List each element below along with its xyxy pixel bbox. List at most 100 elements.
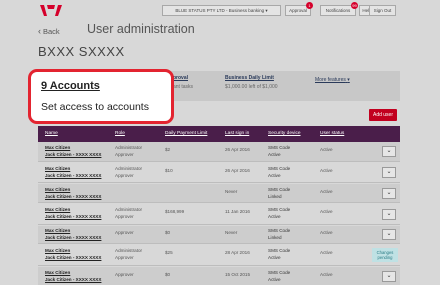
user-status: Active — [320, 272, 333, 277]
business-daily-limit[interactable]: Business Daily Limit $1,000.00 left of $… — [225, 75, 278, 90]
role-secondary: Approver — [115, 255, 134, 260]
approval-count-badge: 1 — [306, 2, 313, 9]
chevron-down-icon: ⌄ — [386, 190, 392, 196]
chevron-down-icon: ▾ — [265, 8, 268, 13]
chevron-down-icon: ⌄ — [386, 169, 392, 175]
accounts-count-link[interactable]: 9 Accounts — [41, 80, 100, 92]
user-name[interactable]: Max Citizen — [45, 248, 70, 254]
user-status: Active — [320, 147, 333, 152]
more-features-link[interactable]: More features ▾ — [315, 77, 350, 83]
business-daily-limit-sub: $1,000.00 left of $1,000 — [225, 84, 278, 90]
expand-row-button[interactable]: ⌄ — [382, 167, 396, 178]
expand-row-button[interactable]: ⌄ — [382, 271, 396, 282]
page-title: User administration — [87, 22, 195, 36]
approval-label: Approval — [289, 8, 307, 13]
notifications-label: Notifications — [325, 8, 351, 13]
security-device: SMS Code — [268, 228, 291, 233]
accounts-callout-subtitle: Set access to accounts — [41, 101, 149, 113]
user-status: Active — [320, 209, 333, 214]
back-link[interactable]: ‹ Back — [38, 26, 60, 36]
users-table-header: Name Role Daily Payment Limit Last sign … — [38, 126, 400, 142]
back-label: Back — [43, 27, 60, 36]
chevron-left-icon: ‹ — [38, 26, 41, 36]
user-name[interactable]: Max Citizen — [45, 207, 70, 213]
user-status: Active — [320, 189, 333, 194]
expand-row-button[interactable]: ⌄ — [382, 209, 396, 220]
table-row: Max Citizen Jack Citizen - XXXX XXXX Adm… — [38, 142, 400, 162]
daily-limit: $2 — [165, 147, 171, 152]
col-header-security-device[interactable]: Security device — [268, 131, 301, 136]
org-selector-dropdown[interactable]: BLUE STATUS PTY LTD - Business banking ▾ — [162, 5, 281, 16]
user-login: Jack Citizen - XXXX XXXX — [45, 255, 102, 260]
user-name[interactable]: Max Citizen — [45, 270, 70, 276]
security-device-state: Active — [268, 173, 281, 178]
col-header-last-sign-in[interactable]: Last sign in — [225, 131, 249, 136]
role-primary: Administrator — [115, 207, 143, 212]
chevron-down-icon: ⌄ — [386, 148, 392, 154]
business-daily-limit-heading: Business Daily Limit — [225, 75, 274, 81]
chevron-down-icon: ⌄ — [386, 211, 392, 217]
user-name[interactable]: Max Citizen — [45, 166, 70, 172]
user-name[interactable]: Max Citizen — [45, 187, 70, 193]
security-device-state: Active — [268, 255, 281, 260]
user-status: Active — [320, 168, 333, 173]
table-row: Max Citizen Jack Citizen - XXXX XXXX Adm… — [38, 163, 400, 183]
user-login: Jack Citizen - XXXX XXXX — [45, 173, 102, 178]
user-status: Active — [320, 230, 333, 235]
daily-limit: $0 — [165, 230, 171, 235]
daily-limit: $25 — [165, 250, 173, 255]
security-device-state: Active — [268, 214, 281, 219]
user-name[interactable]: Max Citizen — [45, 228, 70, 234]
notifications-count-badge: 99 — [351, 2, 358, 9]
user-login: Jack Citizen - XXXX XXXX — [45, 277, 102, 282]
expand-row-button[interactable]: ⌄ — [382, 229, 396, 240]
table-row: Max Citizen Jack Citizen - XXXX XXXX Nev… — [38, 184, 400, 203]
accounts-callout: 9 Accounts Set access to accounts — [28, 69, 174, 124]
more-features-label: More features — [315, 77, 346, 83]
role-primary: Approver — [115, 272, 134, 277]
security-device: SMS Code — [268, 270, 291, 275]
role-secondary: Approver — [115, 214, 134, 219]
user-login: Jack Citizen - XXXX XXXX — [45, 235, 102, 240]
col-header-role[interactable]: Role — [115, 131, 125, 136]
approval-summary[interactable]: proval ant tasks — [173, 75, 193, 90]
user-status: Active — [320, 250, 333, 255]
role-secondary: Approver — [115, 152, 134, 157]
security-device: SMS Code — [268, 166, 291, 171]
westpac-logo — [40, 5, 62, 16]
last-sign-in: 11 Jan 2016 — [225, 209, 250, 214]
role-primary: Administrator — [115, 145, 143, 150]
changes-pending-badge: Changes pending — [372, 248, 398, 262]
col-header-name[interactable]: Name — [45, 131, 58, 136]
expand-row-button[interactable]: ⌄ — [382, 188, 396, 199]
security-device-state: Linked — [268, 235, 282, 240]
sign-out-button[interactable]: Sign Out — [369, 5, 396, 16]
approval-summary-heading: proval — [173, 75, 189, 81]
table-row: Max Citizen Jack Citizen - XXXX XXXX Adm… — [38, 245, 400, 266]
daily-limit: $168,999 — [165, 209, 185, 214]
table-row: Max Citizen Jack Citizen - XXXX XXXX Adm… — [38, 204, 400, 225]
chevron-down-icon: ⌄ — [386, 273, 392, 279]
role-primary: Administrator — [115, 248, 143, 253]
approval-summary-sub: ant tasks — [173, 84, 194, 90]
user-name[interactable]: Max Citizen — [45, 145, 70, 151]
add-user-button[interactable]: Add user — [369, 109, 397, 121]
col-header-daily-limit[interactable]: Daily Payment Limit — [165, 131, 207, 136]
last-sign-in: Never — [225, 230, 238, 235]
daily-limit: $10 — [165, 168, 173, 173]
chevron-down-icon: ▾ — [347, 77, 350, 83]
security-device: SMS Code — [268, 187, 291, 192]
chevron-down-icon: ⌄ — [386, 231, 392, 237]
security-device: SMS Code — [268, 145, 291, 150]
table-row: Max Citizen Jack Citizen - XXXX XXXX App… — [38, 226, 400, 244]
expand-row-button[interactable]: ⌄ — [382, 146, 396, 157]
col-header-user-status[interactable]: User status — [320, 131, 344, 136]
last-sign-in: 26 Apr 2016 — [225, 168, 250, 173]
security-device: SMS Code — [268, 248, 291, 253]
user-login: Jack Citizen - XXXX XXXX — [45, 194, 102, 199]
security-device-state: Active — [268, 277, 281, 282]
last-sign-in: Never — [225, 189, 238, 194]
org-selector-label: BLUE STATUS PTY LTD - Business banking — [175, 8, 265, 13]
role-secondary: Approver — [115, 173, 134, 178]
user-login: Jack Citizen - XXXX XXXX — [45, 214, 102, 219]
